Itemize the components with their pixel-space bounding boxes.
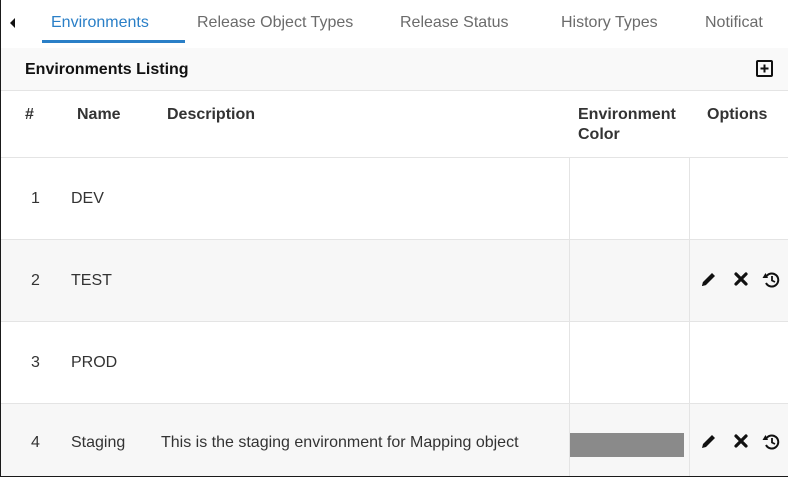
listing-header: Environments Listing bbox=[1, 48, 788, 91]
table-row: 1 DEV bbox=[1, 158, 788, 240]
edit-icon[interactable] bbox=[700, 432, 720, 452]
tab-release-status[interactable]: Release Status bbox=[400, 14, 509, 32]
column-header-description: Description bbox=[167, 106, 256, 123]
environments-panel: Environments Release Object Types Releas… bbox=[0, 0, 788, 477]
table-header: # Name Description Environment Color Opt… bbox=[1, 91, 788, 158]
row-name: PROD bbox=[71, 354, 118, 371]
row-index: 4 bbox=[31, 434, 40, 451]
tab-notifications[interactable]: Notificat bbox=[705, 14, 763, 32]
listing-title: Environments Listing bbox=[25, 61, 189, 78]
plus-square-icon bbox=[760, 64, 769, 73]
row-name: DEV bbox=[71, 190, 104, 207]
active-tab-indicator bbox=[42, 40, 185, 43]
column-header-name: Name bbox=[77, 106, 121, 123]
column-header-color-line2: Color bbox=[578, 126, 620, 143]
table-row: 2 TEST bbox=[1, 240, 788, 322]
delete-icon[interactable] bbox=[732, 432, 752, 452]
tab-release-object-types[interactable]: Release Object Types bbox=[197, 14, 353, 32]
edit-icon[interactable] bbox=[700, 270, 720, 290]
column-header-index: # bbox=[25, 106, 34, 123]
column-header-environment-color: Environment Color bbox=[578, 105, 676, 145]
tab-environments[interactable]: Environments bbox=[51, 14, 149, 32]
environment-color-swatch bbox=[570, 433, 684, 457]
column-divider bbox=[689, 157, 690, 476]
tab-history-types[interactable]: History Types bbox=[561, 14, 658, 32]
table-row: 3 PROD bbox=[1, 322, 788, 404]
history-icon[interactable] bbox=[761, 432, 781, 452]
column-divider bbox=[569, 157, 570, 476]
table-row: 4 Staging This is the staging environmen… bbox=[1, 404, 788, 476]
delete-icon[interactable] bbox=[732, 270, 752, 290]
row-name: TEST bbox=[71, 272, 112, 289]
column-header-color-line1: Environment bbox=[578, 106, 676, 123]
add-environment-button[interactable] bbox=[756, 60, 773, 77]
row-index: 3 bbox=[31, 354, 40, 371]
row-name: Staging bbox=[71, 434, 126, 451]
scroll-left-icon[interactable] bbox=[9, 17, 17, 29]
history-icon[interactable] bbox=[761, 270, 781, 290]
tab-bar: Environments Release Object Types Releas… bbox=[1, 0, 788, 44]
row-index: 2 bbox=[31, 272, 40, 289]
column-header-options: Options bbox=[707, 106, 768, 123]
row-description: This is the staging environment for Mapp… bbox=[161, 434, 519, 451]
row-index: 1 bbox=[31, 190, 40, 207]
